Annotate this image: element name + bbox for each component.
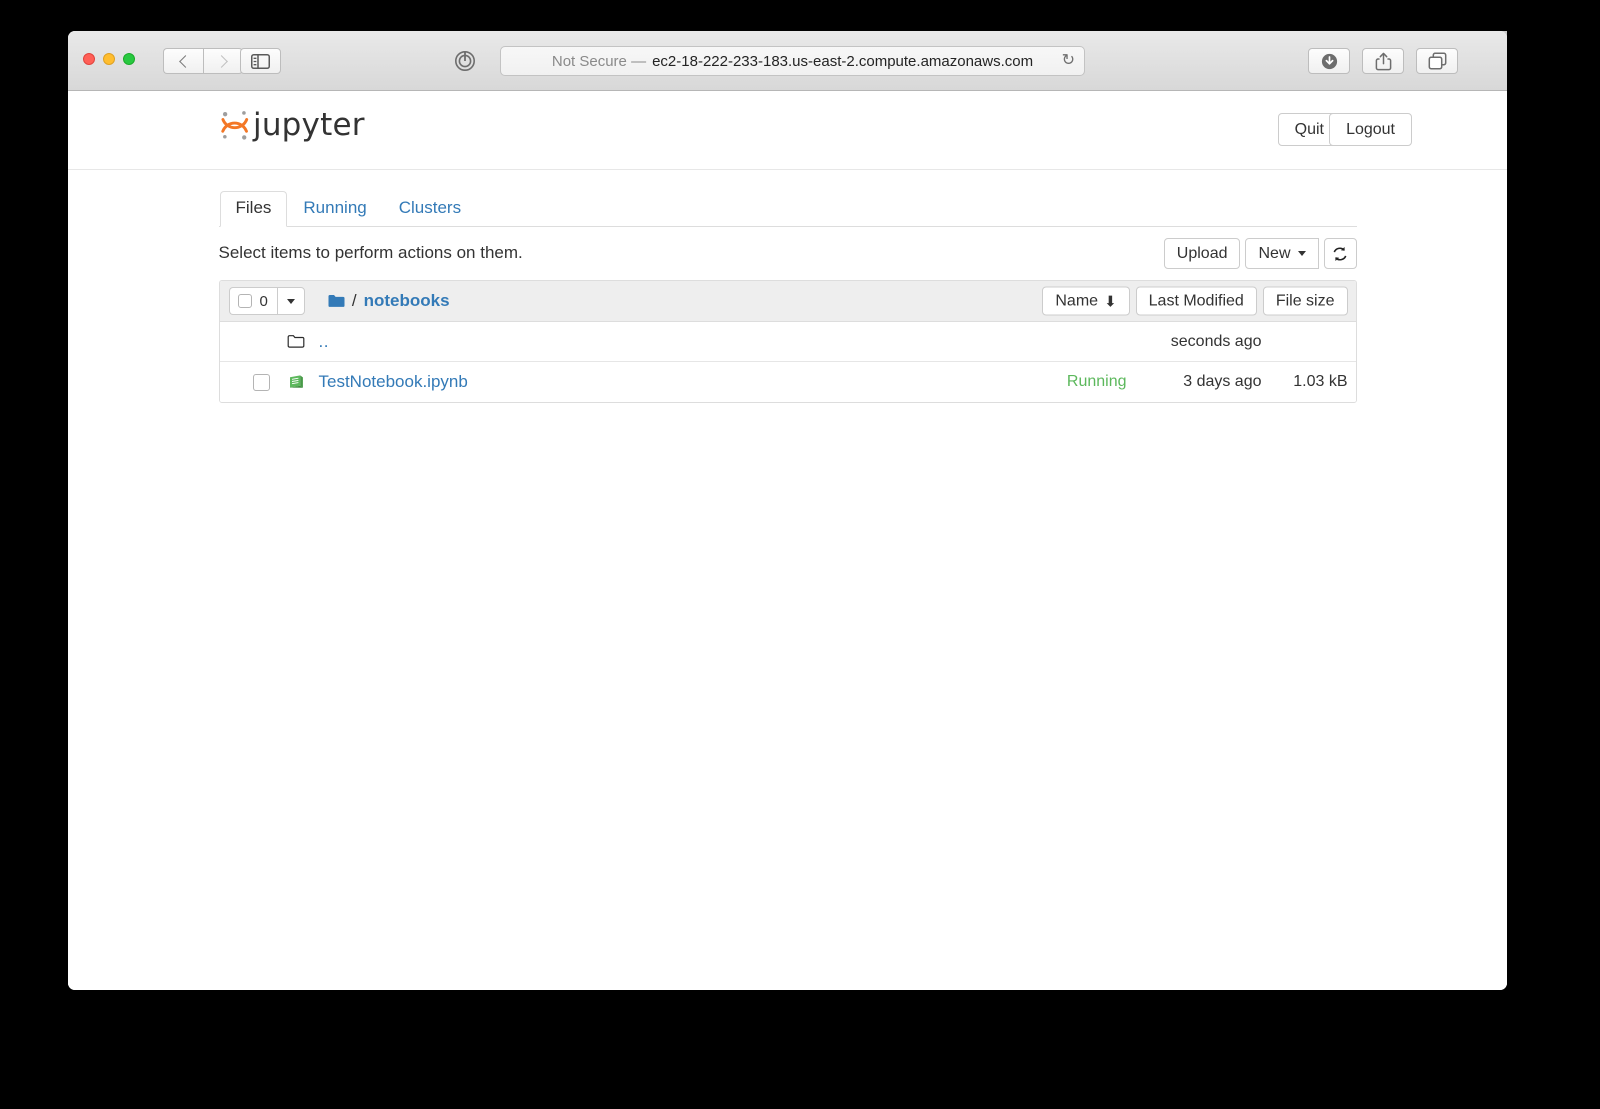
jupyter-logo-text: jupyter — [253, 107, 365, 143]
chevron-down-icon — [1297, 251, 1306, 256]
minimize-window-button[interactable] — [103, 53, 115, 65]
refresh-icon — [1333, 246, 1347, 261]
row-meta: Running 3 days ago 1.03 kB — [1067, 373, 1348, 391]
sort-controls: Name ⬇ Last Modified File size — [1042, 286, 1348, 316]
tab-clusters[interactable]: Clusters — [383, 191, 477, 227]
row-name[interactable]: TestNotebook.ipynb — [319, 372, 468, 392]
folder-icon — [328, 295, 345, 307]
show-tabs-button[interactable] — [1416, 48, 1458, 74]
share-button[interactable] — [1362, 48, 1404, 74]
row-checkbox[interactable] — [252, 373, 270, 391]
not-secure-label: Not Secure — — [551, 52, 647, 70]
notebook-icon — [287, 374, 308, 391]
jupyter-main: Files Running Clusters Select items to p… — [218, 170, 1357, 403]
select-all-checkbox[interactable]: 0 — [228, 287, 277, 315]
select-items-hint: Select items to perform actions on them. — [218, 243, 523, 262]
forward-button[interactable] — [203, 48, 243, 74]
upload-button[interactable]: Upload — [1163, 238, 1241, 269]
sort-descending-icon: ⬇ — [1104, 293, 1117, 310]
show-tabs-icon — [1428, 52, 1446, 70]
page-viewport: jupyter Quit Logout Files Running Cluste… — [68, 91, 1507, 990]
select-all-dropdown-button[interactable] — [276, 287, 305, 315]
sort-by-size-button[interactable]: File size — [1262, 286, 1348, 316]
sidebar-toggle-icon — [251, 53, 270, 69]
jupyter-logo[interactable]: jupyter — [219, 107, 365, 143]
row-meta: seconds ago — [1142, 333, 1348, 351]
new-button-label: New — [1258, 244, 1291, 262]
table-row[interactable]: TestNotebook.ipynb Running 3 days ago 1.… — [219, 362, 1356, 402]
browser-toolbar: Not Secure — ec2-18-222-233-183.us-east-… — [68, 31, 1507, 91]
browser-window: Not Secure — ec2-18-222-233-183.us-east-… — [68, 31, 1507, 990]
download-icon — [1321, 53, 1337, 69]
sort-by-name-button[interactable]: Name ⬇ — [1042, 286, 1130, 316]
tab-bar: Files Running Clusters — [218, 191, 1357, 227]
address-bar[interactable]: Not Secure — ec2-18-222-233-183.us-east-… — [500, 46, 1085, 76]
action-buttons: Upload New — [1163, 238, 1357, 269]
chevron-left-icon — [178, 54, 192, 68]
maximize-window-button[interactable] — [123, 53, 135, 65]
url-text: ec2-18-222-233-183.us-east-2.compute.ama… — [652, 52, 1034, 70]
jupyter-logo-icon — [221, 111, 249, 140]
row-size: 1.03 kB — [1293, 373, 1348, 390]
tab-files[interactable]: Files — [219, 191, 288, 227]
select-all-group: 0 — [228, 287, 305, 315]
downloads-button[interactable] — [1308, 48, 1350, 74]
share-icon — [1375, 52, 1391, 70]
reader-view-icon — [455, 51, 475, 71]
breadcrumb: / notebooks — [328, 291, 450, 311]
reload-icon[interactable]: ↻ — [1062, 53, 1075, 69]
jupyter-header: jupyter Quit Logout — [68, 91, 1507, 170]
close-window-button[interactable] — [83, 53, 95, 65]
status-badge: Running — [1066, 373, 1127, 390]
tab-running[interactable]: Running — [287, 191, 382, 227]
sort-name-label: Name — [1055, 292, 1099, 309]
back-button[interactable] — [163, 48, 203, 74]
checkbox-icon — [237, 294, 252, 308]
sort-by-modified-button[interactable]: Last Modified — [1135, 286, 1257, 316]
table-row[interactable]: .. seconds ago — [219, 322, 1356, 362]
window-controls — [83, 53, 135, 65]
file-list: 0 / notebooks Name ⬇ Last Modified File … — [218, 280, 1357, 403]
action-row: Select items to perform actions on them.… — [219, 227, 1357, 280]
row-modified: seconds ago — [1170, 332, 1262, 350]
row-modified: 3 days ago — [1183, 373, 1262, 390]
breadcrumb-path[interactable]: notebooks — [364, 291, 450, 311]
reader-view-button[interactable] — [445, 48, 485, 74]
logout-button[interactable]: Logout — [1329, 113, 1412, 146]
row-name[interactable]: .. — [319, 332, 329, 352]
folder-outline-icon — [287, 334, 308, 349]
selected-count: 0 — [259, 292, 268, 310]
breadcrumb-separator: / — [351, 291, 357, 310]
file-list-header: 0 / notebooks Name ⬇ Last Modified File … — [219, 281, 1356, 322]
chevron-right-icon — [215, 54, 228, 68]
sidebar-toggle-button[interactable] — [240, 48, 281, 74]
new-button[interactable]: New — [1245, 238, 1319, 269]
chevron-down-icon — [286, 298, 295, 304]
refresh-button[interactable] — [1323, 238, 1357, 269]
